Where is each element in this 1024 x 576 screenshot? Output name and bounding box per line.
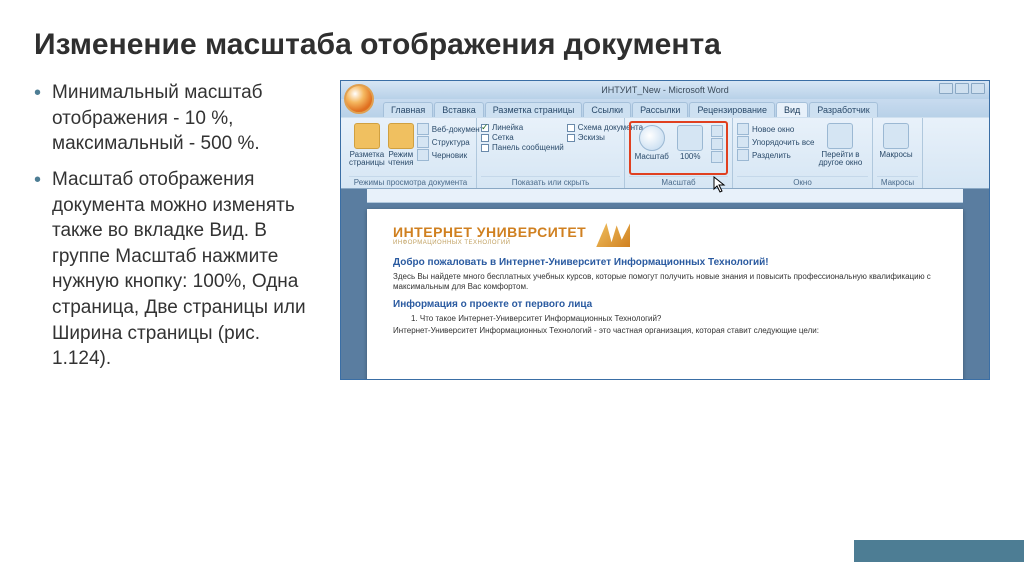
minimize-button[interactable] bbox=[939, 83, 953, 94]
gridlines-checkbox[interactable]: Сетка bbox=[481, 133, 564, 142]
tab-layout[interactable]: Разметка страницы bbox=[485, 102, 583, 117]
group-window: Новое окно Упорядочить все Разделить Пер… bbox=[733, 118, 873, 188]
doc-heading: Информация о проекте от первого лица bbox=[393, 299, 937, 310]
ruler[interactable] bbox=[367, 189, 963, 203]
brand-subtext: ИНФОРМАЦИОННЫХ ТЕХНОЛОГИЙ bbox=[393, 240, 586, 246]
arrange-icon bbox=[737, 136, 749, 148]
title-bar: ИНТУИТ_New - Microsoft Word bbox=[341, 81, 989, 99]
split-icon bbox=[737, 149, 749, 161]
tab-developer[interactable]: Разработчик bbox=[809, 102, 877, 117]
bullet-item: Минимальный масштаб отображения - 10 %, … bbox=[34, 80, 322, 157]
cursor-icon bbox=[713, 176, 727, 194]
group-label: Макросы bbox=[877, 176, 918, 188]
macros-button[interactable]: Макросы bbox=[877, 123, 915, 159]
group-label: Окно bbox=[737, 176, 868, 188]
checkbox-icon bbox=[481, 134, 489, 142]
draft-button[interactable]: Черновик bbox=[417, 149, 484, 161]
tab-home[interactable]: Главная bbox=[383, 102, 433, 117]
slide: Изменение масштаба отображения документа… bbox=[0, 0, 1024, 576]
doc-heading: Добро пожаловать в Интернет-Университет … bbox=[393, 257, 937, 268]
doc-brand: ИНТЕРНЕТ УНИВЕРСИТЕТ ИНФОРМАЦИОННЫХ ТЕХН… bbox=[393, 223, 937, 247]
split-button[interactable]: Разделить bbox=[737, 149, 814, 161]
group-macros: Макросы Макросы bbox=[873, 118, 923, 188]
zoom-highlight: Масштаб 100% bbox=[629, 121, 728, 175]
doc-list-item: 1. Что такое Интернет-Университет Информ… bbox=[393, 314, 937, 323]
print-layout-icon bbox=[354, 123, 380, 149]
close-button[interactable] bbox=[971, 83, 985, 94]
switch-windows-button[interactable]: Перейти в другое окно bbox=[817, 123, 863, 168]
accent-bar bbox=[854, 540, 1024, 562]
document-area[interactable]: ИНТЕРНЕТ УНИВЕРСИТЕТ ИНФОРМАЦИОННЫХ ТЕХН… bbox=[341, 189, 989, 379]
new-window-button[interactable]: Новое окно bbox=[737, 123, 814, 135]
outline-button[interactable]: Структура bbox=[417, 136, 484, 148]
ribbon-tabs: Главная Вставка Разметка страницы Ссылки… bbox=[341, 99, 989, 117]
arrange-all-button[interactable]: Упорядочить все bbox=[737, 136, 814, 148]
group-zoom: Масштаб 100% Мас bbox=[625, 118, 733, 188]
tab-references[interactable]: Ссылки bbox=[583, 102, 631, 117]
one-page-icon[interactable] bbox=[711, 125, 723, 137]
web-layout-button[interactable]: Веб-документ bbox=[417, 123, 484, 135]
checkbox-icon bbox=[481, 144, 489, 152]
screenshot: ИНТУИТ_New - Microsoft Word Главная Вста… bbox=[340, 80, 990, 382]
checkbox-icon bbox=[567, 124, 575, 132]
group-label: Показать или скрыть bbox=[481, 176, 620, 188]
maximize-button[interactable] bbox=[955, 83, 969, 94]
page[interactable]: ИНТЕРНЕТ УНИВЕРСИТЕТ ИНФОРМАЦИОННЫХ ТЕХН… bbox=[367, 209, 963, 379]
tab-insert[interactable]: Вставка bbox=[434, 102, 483, 117]
window-title: ИНТУИТ_New - Microsoft Word bbox=[601, 85, 729, 95]
page-100-icon bbox=[677, 125, 703, 151]
two-pages-icon[interactable] bbox=[711, 138, 723, 150]
reading-mode-button[interactable]: Режим чтения bbox=[388, 123, 414, 168]
office-button[interactable] bbox=[344, 84, 374, 114]
web-icon bbox=[417, 123, 429, 135]
brand-logo-icon bbox=[596, 223, 630, 247]
word-window: ИНТУИТ_New - Microsoft Word Главная Вста… bbox=[340, 80, 990, 380]
reading-mode-icon bbox=[388, 123, 414, 149]
checkbox-icon bbox=[567, 134, 575, 142]
ruler-checkbox[interactable]: Линейка bbox=[481, 123, 564, 132]
window-controls bbox=[939, 83, 985, 94]
zoom-button[interactable]: Масштаб bbox=[634, 125, 670, 161]
magnifier-icon bbox=[639, 125, 665, 151]
tab-review[interactable]: Рецензирование bbox=[689, 102, 775, 117]
macros-icon bbox=[883, 123, 909, 149]
tab-mailings[interactable]: Рассылки bbox=[632, 102, 688, 117]
bullet-item: Масштаб отображения документа можно изме… bbox=[34, 167, 322, 372]
brand-text: ИНТЕРНЕТ УНИВЕРСИТЕТ bbox=[393, 224, 586, 240]
tab-view[interactable]: Вид bbox=[776, 102, 808, 117]
ribbon: Разметка страницы Режим чтения Веб-докум… bbox=[341, 117, 989, 189]
page-width-icon[interactable] bbox=[711, 151, 723, 163]
group-show: Линейка Сетка Панель сообщений Схема док… bbox=[477, 118, 625, 188]
print-layout-button[interactable]: Разметка страницы bbox=[349, 123, 385, 168]
draft-icon bbox=[417, 149, 429, 161]
bullet-list: Минимальный масштаб отображения - 10 %, … bbox=[34, 80, 322, 382]
new-window-icon bbox=[737, 123, 749, 135]
slide-title: Изменение масштаба отображения документа bbox=[34, 28, 990, 62]
doc-paragraph: Интернет-Университет Информационных Техн… bbox=[393, 326, 937, 336]
outline-icon bbox=[417, 136, 429, 148]
group-label: Режимы просмотра документа bbox=[349, 176, 472, 188]
group-views: Разметка страницы Режим чтения Веб-докум… bbox=[345, 118, 477, 188]
zoom-100-button[interactable]: 100% bbox=[673, 125, 709, 161]
message-bar-checkbox[interactable]: Панель сообщений bbox=[481, 143, 564, 152]
doc-paragraph: Здесь Вы найдете много бесплатных учебны… bbox=[393, 272, 937, 293]
checkbox-icon bbox=[481, 124, 489, 132]
slide-content: Минимальный масштаб отображения - 10 %, … bbox=[34, 80, 990, 382]
switch-windows-icon bbox=[827, 123, 853, 149]
